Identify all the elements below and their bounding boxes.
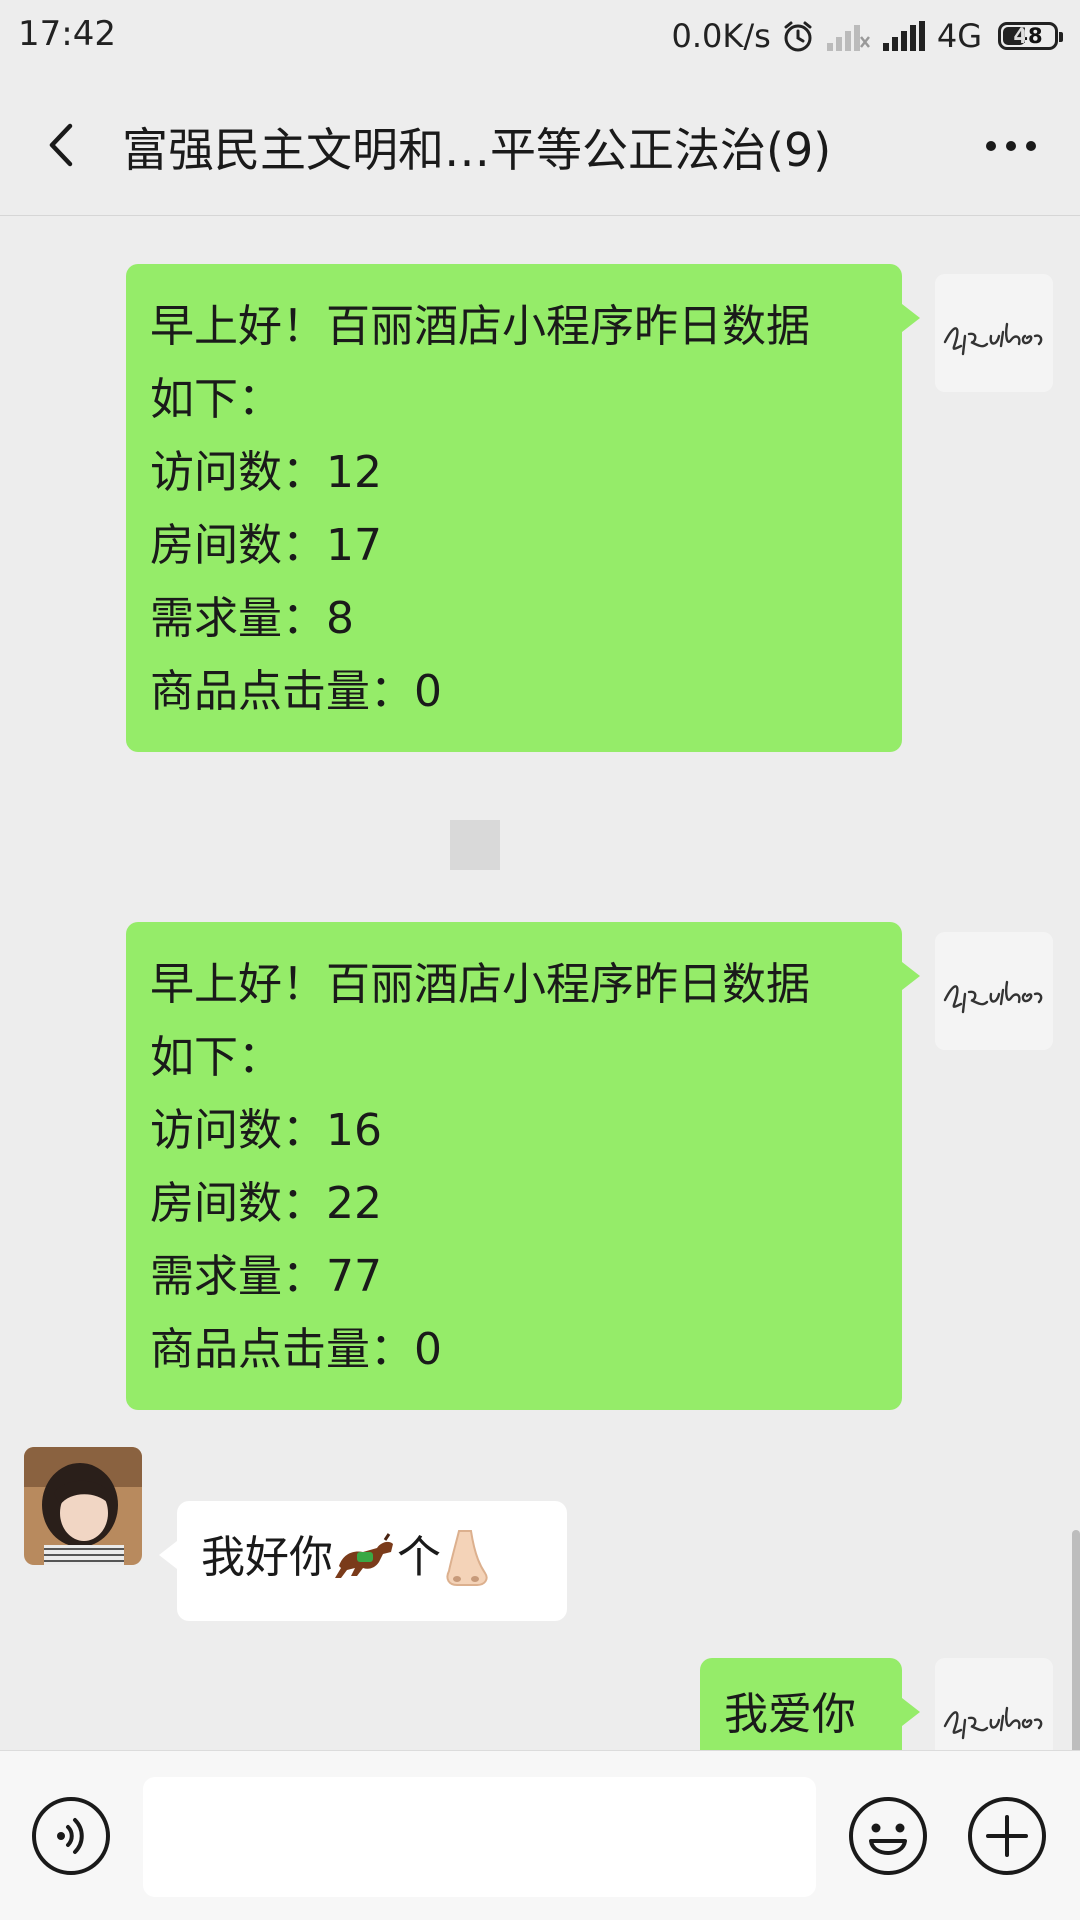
plus-icon[interactable]	[966, 1795, 1048, 1877]
bubble-tail	[902, 962, 920, 990]
message-bubble-self[interactable]: 我爱你	[700, 1658, 920, 1750]
more-options-icon[interactable]	[976, 116, 1046, 176]
voice-icon[interactable]	[30, 1795, 112, 1877]
message-bubble-other[interactable]: 我好你 个	[159, 1501, 567, 1621]
message-text: 我好你	[201, 1532, 333, 1583]
bubble-tail	[902, 304, 920, 332]
avatar-self[interactable]	[935, 274, 1053, 392]
chat-title: 富强民主文明和…平等公正法治(9)	[122, 123, 832, 177]
nose-emoji-icon	[446, 1529, 488, 1586]
status-indicators: 0.0K/s 4G 48	[671, 14, 1063, 58]
avatar-self[interactable]	[935, 1658, 1053, 1750]
network-type: 4G	[936, 17, 982, 55]
alarm-icon	[784, 21, 812, 52]
bubble-tail	[159, 1541, 177, 1569]
scrollbar[interactable]	[1072, 1530, 1080, 1750]
signal-strong-icon	[882, 21, 925, 51]
signature-avatar-icon	[935, 274, 1053, 392]
message-line: 需求量：8	[150, 593, 354, 644]
message-input[interactable]	[143, 1777, 816, 1897]
message-line: 我好你 个	[201, 1521, 543, 1594]
emoji-icon[interactable]	[847, 1795, 929, 1877]
chat-header: 富强民主文明和…平等公正法治(9)	[0, 76, 1080, 216]
horse-emoji-icon	[335, 1532, 393, 1578]
status-bar: 17:42 0.0K/s 4G 48	[0, 0, 1080, 76]
back-icon[interactable]	[30, 112, 96, 178]
message-bubble-self[interactable]: 早上好！百丽酒店小程序昨日数据 如下： 访问数：16 房间数：22 需求量：77…	[126, 922, 920, 1410]
message-line: 访问数：16	[150, 1105, 382, 1156]
message-text: 个	[397, 1532, 441, 1583]
status-time: 17:42	[18, 14, 116, 54]
message-list[interactable]: 早上好！百丽酒店小程序昨日数据 如下： 访问数：12 房间数：17 需求量：8 …	[0, 216, 1080, 1750]
bubble-tail	[902, 1698, 920, 1726]
battery-level: 48	[1013, 24, 1043, 48]
battery-cap	[1059, 32, 1063, 42]
message-line: 需求量：77	[150, 1251, 382, 1302]
message-line: 商品点击量：0	[150, 1324, 442, 1375]
image-placeholder[interactable]	[450, 820, 500, 870]
message-line: 如下：	[150, 374, 282, 425]
avatar-self[interactable]	[935, 932, 1053, 1050]
message-line: 房间数：17	[150, 520, 382, 571]
signature-avatar-icon	[935, 932, 1053, 1050]
avatar-other[interactable]	[24, 1447, 142, 1565]
message-line: 早上好！百丽酒店小程序昨日数据	[150, 301, 810, 352]
user-photo-icon	[24, 1447, 142, 1565]
message-line: 商品点击量：0	[150, 666, 442, 717]
message-line: 早上好！百丽酒店小程序昨日数据	[150, 959, 810, 1010]
signal-weak-icon	[826, 25, 870, 51]
message-line: 访问数：12	[150, 447, 382, 498]
message-line: 如下：	[150, 1032, 282, 1083]
battery-indicator: 48	[998, 22, 1063, 50]
network-speed: 0.0K/s	[671, 17, 771, 55]
signature-avatar-icon	[935, 1658, 1053, 1750]
message-line: 房间数：22	[150, 1178, 382, 1229]
message-bubble-self[interactable]: 早上好！百丽酒店小程序昨日数据 如下： 访问数：12 房间数：17 需求量：8 …	[126, 264, 920, 752]
message-line: 我爱你	[724, 1689, 856, 1740]
wechat-chat-screen: 17:42 0.0K/s 4G 48 富强民主文明和…平等公正法治(9) 早上好…	[0, 0, 1080, 1920]
input-bar	[0, 1750, 1080, 1920]
